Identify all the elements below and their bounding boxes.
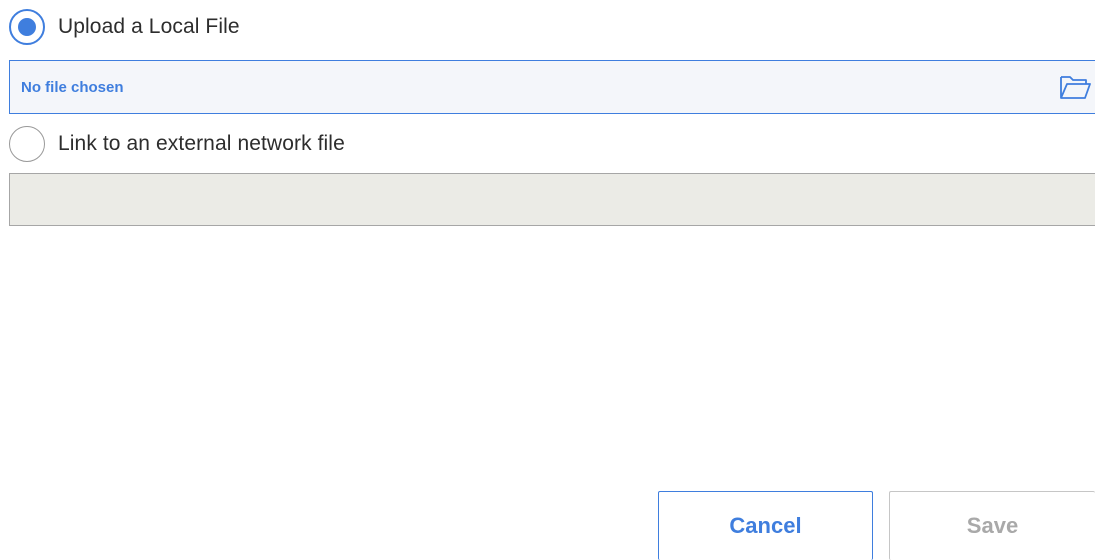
upload-local-option[interactable]: Upload a Local File [9,9,240,45]
link-external-label: Link to an external network file [58,132,345,155]
upload-local-radio[interactable] [9,9,45,45]
upload-dialog: Upload a Local File No file chosen Link … [0,0,1095,560]
folder-open-icon[interactable] [1055,67,1095,107]
upload-local-label: Upload a Local File [58,15,240,38]
cancel-button[interactable]: Cancel [658,491,873,560]
link-external-radio[interactable] [9,126,45,162]
file-chooser-field[interactable]: No file chosen [9,60,1095,114]
radio-selected-dot [18,18,36,36]
link-external-option[interactable]: Link to an external network file [9,126,345,162]
save-button: Save [889,491,1095,560]
external-link-input [9,173,1095,226]
file-chooser-value: No file chosen [21,78,124,96]
